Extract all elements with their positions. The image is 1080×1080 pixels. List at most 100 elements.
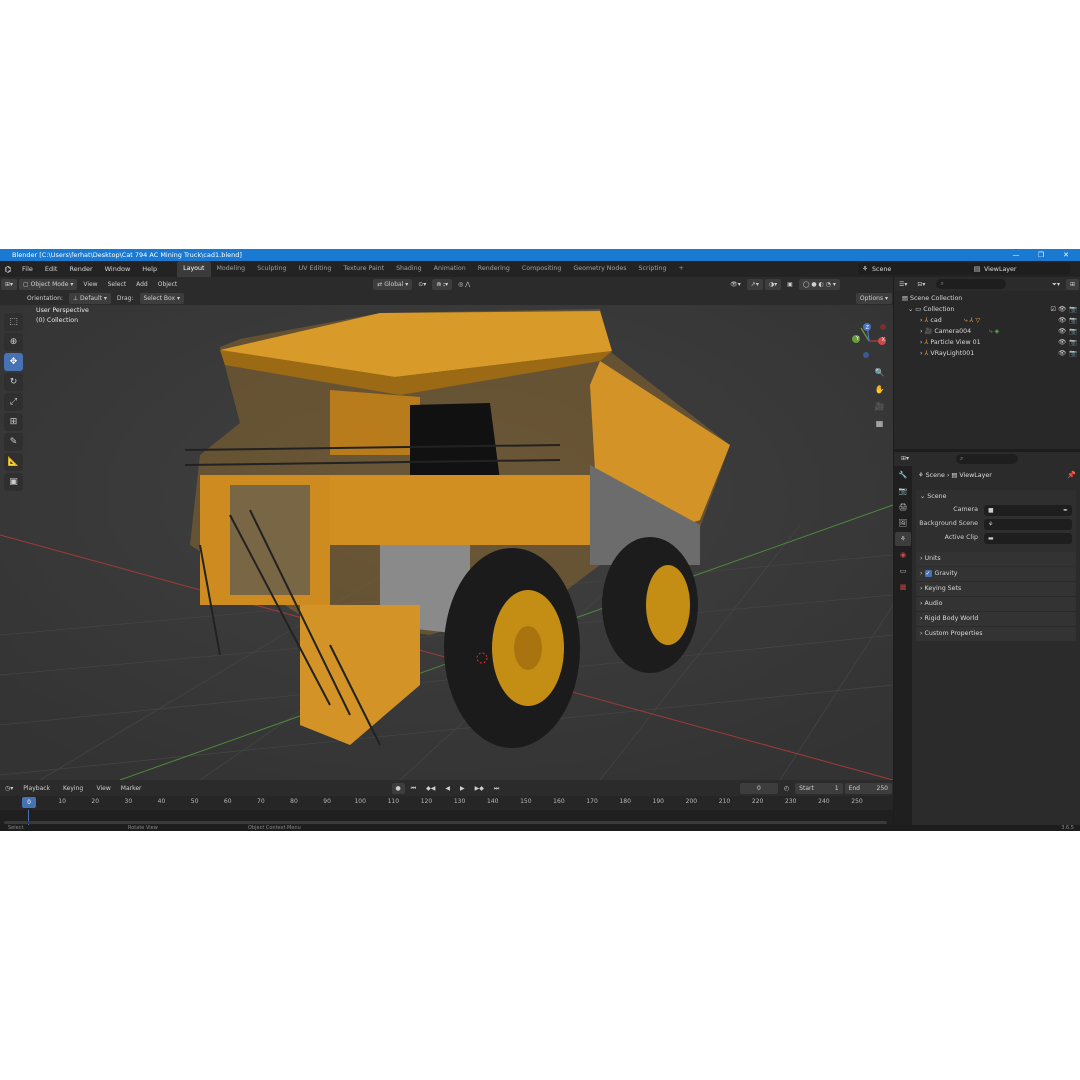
- tab-texture-paint[interactable]: Texture Paint: [337, 261, 390, 277]
- outliner-collection[interactable]: ⌄ ▭ Collection ☑ 👁 📷: [894, 304, 1080, 315]
- camera-render-icon[interactable]: 📷: [1069, 326, 1077, 337]
- menu-add[interactable]: Add: [132, 279, 152, 290]
- render-tab-icon[interactable]: 📷: [895, 484, 911, 498]
- camera-field[interactable]: ■ ✒: [984, 505, 1072, 516]
- orientation-dropdown[interactable]: ⊥ Default ▾: [68, 292, 111, 304]
- outliner-scene-collection[interactable]: ▤ Scene Collection: [894, 293, 1080, 304]
- gravity-section[interactable]: › ✓ Gravity: [916, 567, 1076, 581]
- record-button[interactable]: ●: [391, 782, 405, 794]
- collection-eye-icon[interactable]: 👁: [1058, 304, 1066, 315]
- custom-properties-section[interactable]: › Custom Properties: [916, 627, 1076, 641]
- timeline-track[interactable]: [0, 810, 893, 825]
- pivot-point-icon[interactable]: ⊙▾: [414, 279, 430, 290]
- measure-tool-icon[interactable]: 📐: [4, 453, 23, 471]
- pan-hand-icon[interactable]: ✋: [872, 382, 887, 397]
- menu-render[interactable]: Render: [63, 261, 98, 277]
- gravity-checkbox[interactable]: ✓: [924, 569, 932, 577]
- camera-eye-icon[interactable]: 👁: [1058, 326, 1066, 337]
- start-frame-field[interactable]: Start 1: [795, 782, 843, 794]
- rigid-body-world-section[interactable]: › Rigid Body World: [916, 612, 1076, 626]
- timeline-scrollbar[interactable]: [4, 821, 887, 824]
- tab-animation[interactable]: Animation: [428, 261, 472, 277]
- keying-sets-section[interactable]: › Keying Sets: [916, 582, 1076, 596]
- prev-keyframe-icon[interactable]: ◆◀: [422, 783, 439, 794]
- cad-eye-icon[interactable]: 👁: [1058, 315, 1066, 326]
- close-button[interactable]: ✕: [1054, 249, 1078, 261]
- proportional-edit-icon[interactable]: ◎ ⋀: [454, 279, 474, 290]
- tab-geometry-nodes[interactable]: Geometry Nodes: [567, 261, 632, 277]
- tab-uv-editing[interactable]: UV Editing: [293, 261, 338, 277]
- new-collection-icon[interactable]: ⊞: [1065, 278, 1079, 290]
- annotate-tool-icon[interactable]: ✎: [4, 433, 23, 451]
- zoom-icon[interactable]: 🔍: [872, 365, 887, 380]
- particle-camera-icon[interactable]: 📷: [1069, 337, 1077, 348]
- options-dropdown[interactable]: Options ▾: [855, 292, 892, 304]
- tab-layout[interactable]: Layout: [177, 261, 211, 277]
- tab-sculpting[interactable]: Sculpting: [251, 261, 292, 277]
- collection-camera-icon[interactable]: 📷: [1069, 304, 1077, 315]
- shading-modes[interactable]: ◯ ● ◐ ◔ ▾: [798, 278, 840, 290]
- particle-eye-icon[interactable]: 👁: [1058, 337, 1066, 348]
- overlay-toggle-icon[interactable]: ◑▾: [764, 278, 782, 290]
- next-keyframe-icon[interactable]: ▶◆: [471, 783, 488, 794]
- eyedropper-icon[interactable]: ✒: [1063, 505, 1068, 516]
- tab-modeling[interactable]: Modeling: [211, 261, 252, 277]
- transform-orientation-selector[interactable]: ⇄ Global ▾: [373, 278, 413, 290]
- timeline-ruler[interactable]: 0 10 20 30 40 50 60 70 80 90 100 110 120 130 140 150 160…: [0, 796, 893, 810]
- menu-edit[interactable]: Edit: [39, 261, 64, 277]
- menu-select[interactable]: Select: [104, 279, 131, 290]
- light-eye-icon[interactable]: 👁: [1058, 348, 1066, 359]
- light-camera-icon[interactable]: 📷: [1069, 348, 1077, 359]
- world-tab-icon[interactable]: ◉: [895, 548, 911, 562]
- xray-toggle-icon[interactable]: ▣: [783, 279, 797, 290]
- menu-timeline-view[interactable]: View: [93, 783, 115, 794]
- collection-checkbox[interactable]: ☑: [1050, 304, 1056, 315]
- texture-tab-icon[interactable]: ▩: [895, 580, 911, 594]
- scene-selector[interactable]: ⚘ Scene: [858, 263, 970, 275]
- gizmo-toggle-icon[interactable]: ↗▾: [746, 278, 763, 290]
- drag-dropdown[interactable]: Select Box ▾: [139, 292, 184, 304]
- audio-section[interactable]: › Audio: [916, 597, 1076, 611]
- filter-icon[interactable]: ⏷▾: [1048, 279, 1064, 290]
- units-section[interactable]: › Units: [916, 552, 1076, 566]
- play-icon[interactable]: ▶: [456, 783, 469, 794]
- clock-icon[interactable]: ◴: [780, 783, 793, 794]
- menu-playback[interactable]: Playback ▾: [19, 783, 57, 803]
- pin-icon[interactable]: 📌: [1067, 471, 1076, 479]
- active-clip-field[interactable]: ▬: [984, 533, 1072, 544]
- jump-start-icon[interactable]: ⏮: [407, 783, 420, 794]
- cursor-tool-icon[interactable]: ⊕: [4, 333, 23, 351]
- menu-file[interactable]: File: [16, 261, 39, 277]
- add-cube-tool-icon[interactable]: ▣: [4, 473, 23, 491]
- end-frame-field[interactable]: End 250: [844, 782, 892, 794]
- background-scene-field[interactable]: ⚘: [984, 519, 1072, 530]
- scale-tool-icon[interactable]: ⤢: [4, 393, 23, 411]
- perspective-toggle-icon[interactable]: ▦: [872, 416, 887, 431]
- add-workspace-button[interactable]: +: [673, 261, 690, 277]
- snap-icon[interactable]: ⋒ ⦂▾: [432, 278, 453, 290]
- menu-help[interactable]: Help: [136, 261, 163, 277]
- outliner-item-camera004[interactable]: › 🎥 Camera004 ⤷ ◈ 👁 📷: [894, 326, 1080, 337]
- blender-logo-icon[interactable]: ⌬: [0, 265, 16, 274]
- menu-window[interactable]: Window: [99, 261, 137, 277]
- visibility-icon[interactable]: 👁▾: [726, 279, 745, 290]
- maximize-button[interactable]: ❐: [1029, 249, 1053, 261]
- minimize-button[interactable]: —: [1004, 249, 1028, 261]
- outliner-item-particle-view[interactable]: › ⅄ Particle View 01 👁 📷: [894, 337, 1080, 348]
- transform-tool-icon[interactable]: ⊞: [4, 413, 23, 431]
- jump-end-icon[interactable]: ⏭: [490, 783, 503, 794]
- 3d-viewport[interactable]: ⬚ ⊕ ✥ ↻ ⤢ ⊞ ✎ 📐 ▣ User Perspective (0) C…: [0, 305, 893, 780]
- output-tab-icon[interactable]: 🖨: [895, 500, 911, 514]
- viewlayer-selector[interactable]: ▤ ViewLayer: [970, 263, 1070, 275]
- outliner-item-cad[interactable]: › ⅄ cad ⤷ ⅄ ▽ 👁 📷: [894, 315, 1080, 326]
- editor-type-button[interactable]: ⊞▾: [1, 278, 18, 290]
- menu-keying[interactable]: Keying ▾: [59, 783, 91, 803]
- display-mode-icon[interactable]: ⊟▾: [913, 279, 929, 290]
- outliner-search-input[interactable]: ⌕: [936, 279, 1007, 289]
- tool-tab-icon[interactable]: 🔧: [895, 468, 911, 482]
- menu-view[interactable]: View: [79, 279, 101, 290]
- tab-compositing[interactable]: Compositing: [516, 261, 567, 277]
- outliner-item-vraylight[interactable]: › ⅄ VRayLight001 👁 📷: [894, 348, 1080, 359]
- select-box-tool-icon[interactable]: ⬚: [4, 313, 23, 331]
- rotate-tool-icon[interactable]: ↻: [4, 373, 23, 391]
